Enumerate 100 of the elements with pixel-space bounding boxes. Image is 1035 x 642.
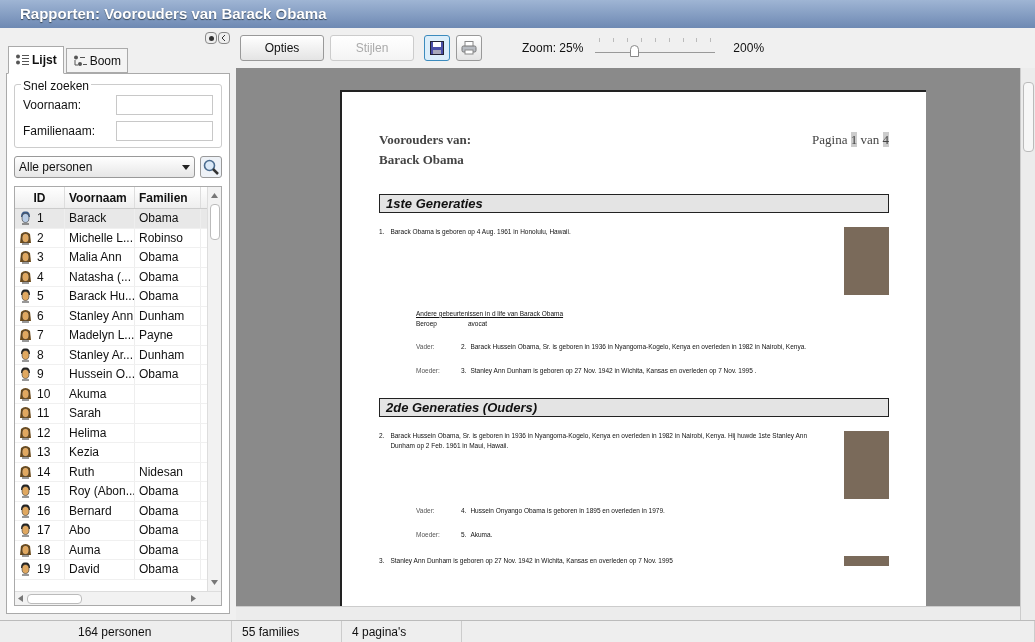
scrollbar-thumb[interactable] — [209, 204, 220, 240]
report-title: Barack Obama — [379, 151, 465, 169]
table-cell: Malia Ann — [65, 248, 135, 267]
window-title: Rapporten: Voorouders van Barack Obama — [20, 3, 327, 24]
table-cell: Obama — [135, 521, 201, 540]
table-row[interactable]: 15 Roy (Abon... Obama — [15, 482, 207, 502]
table-cell: Obama — [135, 287, 201, 306]
table-row[interactable]: 16 Bernard Obama — [15, 501, 207, 521]
table-vertical-scrollbar[interactable] — [207, 187, 221, 591]
male-person-icon — [19, 562, 32, 577]
female-person-icon — [19, 250, 32, 265]
table-row[interactable]: 4 Natasha (... Obama — [15, 267, 207, 287]
pin-button[interactable] — [205, 32, 217, 44]
collapse-button[interactable] — [218, 32, 230, 44]
table-horizontal-scrollbar[interactable] — [15, 591, 221, 605]
table-row[interactable]: 9 Hussein O... Obama — [15, 365, 207, 385]
tab-label: Lijst — [32, 52, 57, 69]
table-cell-text: 16 — [37, 502, 51, 520]
female-person-icon — [19, 464, 32, 479]
table-cell: Obama — [135, 482, 201, 501]
table-cell: Payne — [135, 326, 201, 345]
table-cell: Robinso — [135, 228, 201, 247]
table-row[interactable]: 3 Malia Ann Obama — [15, 248, 207, 268]
table-row[interactable]: 14 Ruth Nidesan — [15, 462, 207, 482]
female-person-icon — [19, 445, 32, 460]
search-button[interactable] — [200, 156, 222, 178]
table-cell: Akuma — [65, 384, 135, 403]
table-row[interactable]: 6 Stanley Ann Dunham — [15, 306, 207, 326]
status-text: 4 pagina's — [342, 621, 462, 642]
column-header[interactable]: Voornaam — [65, 187, 135, 208]
table-row[interactable]: 12 Helima — [15, 423, 207, 443]
table-row[interactable]: 19 David Obama — [15, 560, 207, 580]
page-indicator: Pagina 1 van 4 — [812, 131, 889, 149]
save-button[interactable] — [424, 35, 450, 61]
input-field[interactable] — [116, 121, 213, 141]
table-row[interactable]: 18 Auma Obama — [15, 540, 207, 560]
table-row[interactable]: 13 Kezia — [15, 443, 207, 463]
female-person-icon — [19, 542, 32, 557]
male-person-icon — [19, 503, 32, 518]
table-cell-text: 11 — [37, 405, 50, 423]
table-cell: Hussein O... — [65, 365, 135, 384]
table-cell-text: 8 — [37, 346, 44, 364]
scroll-down-icon — [211, 580, 218, 585]
table-cell: Helima — [65, 423, 135, 442]
table-row[interactable]: 8 Stanley Ar... Dunham — [15, 345, 207, 365]
scrollbar-thumb[interactable] — [1022, 82, 1034, 152]
table-row[interactable]: 11 Sarah — [15, 404, 207, 424]
print-button[interactable] — [456, 35, 482, 61]
table-cell-text: 2 — [37, 229, 44, 247]
toolbar-button[interactable]: Opties — [240, 35, 324, 61]
status-text: 55 families — [232, 621, 342, 642]
table-cell: Madelyn L... — [65, 326, 135, 345]
table-cell-text: 13 — [37, 444, 51, 462]
table-cell-text: 6 — [37, 307, 44, 325]
table-cell: Obama — [135, 248, 201, 267]
table-row[interactable]: 1 Barack Obama — [15, 209, 207, 229]
male-person-icon — [19, 347, 32, 362]
list-icon — [15, 54, 29, 66]
table-row[interactable]: 7 Madelyn L... Payne — [15, 326, 207, 346]
table-cell-text: 9 — [37, 366, 44, 384]
table-cell-text: 18 — [37, 541, 51, 559]
female-person-icon — [19, 269, 32, 284]
table-cell: Dunham — [135, 306, 201, 325]
table-row[interactable]: 5 Barack Hu... Obama — [15, 287, 207, 307]
table-row[interactable]: 10 Akuma — [15, 384, 207, 404]
female-person-icon — [19, 386, 32, 401]
table-cell: Bernard — [65, 501, 135, 520]
table-cell: Abo — [65, 521, 135, 540]
table-cell: David — [65, 560, 135, 579]
female-person-icon — [19, 406, 32, 421]
tab[interactable]: Lijst — [8, 46, 64, 74]
column-header[interactable]: Familien — [135, 187, 201, 208]
zoom-slider[interactable] — [595, 36, 716, 60]
table-row[interactable]: 2 Michelle L... Robinso — [15, 228, 207, 248]
tab[interactable]: Boom — [65, 48, 129, 73]
table-cell: Obama — [135, 560, 201, 579]
photo-placeholder — [844, 430, 889, 499]
female-person-icon — [19, 425, 32, 440]
input-field[interactable] — [116, 95, 213, 115]
horizontal-scrollbar[interactable] — [236, 606, 1020, 620]
table-cell: Dunham — [135, 345, 201, 364]
female-person-icon — [19, 328, 32, 343]
scrollbar-thumb[interactable] — [27, 593, 82, 604]
table-cell: Natasha (... — [65, 267, 135, 286]
scroll-right-icon — [191, 595, 196, 602]
vertical-scrollbar[interactable] — [1020, 68, 1035, 620]
table-cell-text: 3 — [37, 249, 44, 267]
tab-label: Boom — [89, 52, 122, 70]
male-person-icon — [19, 523, 32, 538]
table-cell: Stanley Ar... — [65, 345, 135, 364]
filter-dropdown[interactable]: Alle personen — [14, 156, 195, 178]
table-cell-text: 10 — [37, 385, 51, 403]
male-person-icon — [19, 289, 32, 304]
field-label: Voornaam: — [23, 97, 82, 114]
table-cell: Barack — [65, 209, 135, 228]
table-cell: Ruth — [65, 462, 135, 481]
column-header[interactable]: ID — [15, 187, 65, 208]
table-cell: Obama — [135, 540, 201, 559]
male-person-icon — [19, 211, 32, 226]
table-row[interactable]: 17 Abo Obama — [15, 521, 207, 541]
